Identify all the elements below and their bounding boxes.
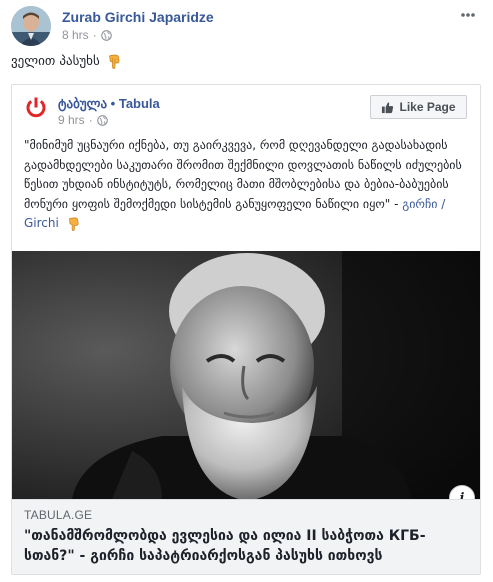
shared-quote: "მინიმუმ უცნაური იქნება, თუ გაირკვევა, რ… [24, 138, 462, 211]
globe-icon [100, 29, 112, 41]
shared-post-header: ტაბულა • Tabula 9 hrs · Like Page [24, 95, 468, 131]
post-meta: 8 hrs · [62, 28, 112, 42]
meta-separator: · [88, 113, 93, 127]
meta-separator: · [92, 28, 97, 42]
link-preview-image[interactable] [12, 251, 480, 499]
shared-page-name[interactable]: ტაბულა • Tabula [58, 96, 160, 112]
post-author-name[interactable]: Zurab Girchi Japaridze [62, 9, 214, 25]
like-page-button[interactable]: Like Page [370, 95, 467, 119]
shared-post-meta: 9 hrs · [58, 113, 108, 127]
link-preview[interactable]: TABULA.GE "თანამშრომლობდა ევლესია და ილი… [12, 499, 480, 574]
globe-icon [96, 114, 108, 126]
link-domain: TABULA.GE [24, 508, 93, 522]
post-message: ველით პასუხს [11, 53, 122, 69]
post-timestamp[interactable]: 8 hrs [62, 28, 89, 42]
post-header: Zurab Girchi Japaridze 8 hrs · [11, 6, 481, 46]
shared-post: ტაბულა • Tabula 9 hrs · Like Page "მინიმ… [11, 84, 481, 575]
author-avatar[interactable] [11, 6, 51, 46]
facebook-post: Zurab Girchi Japaridze 8 hrs · ველით პას… [0, 0, 493, 582]
shared-post-text: "მინიმუმ უცნაური იქნება, თუ გაირკვევა, რ… [24, 136, 469, 234]
more-options-icon[interactable] [459, 8, 477, 22]
pointing-down-hand-icon [68, 217, 79, 231]
link-title[interactable]: "თანამშრომლობდა ევლესია და ილია II საბჭო… [24, 526, 454, 566]
thumbs-up-icon [382, 101, 394, 113]
tabula-logo-icon[interactable] [24, 95, 48, 119]
post-message-text: ველით პასუხს [11, 53, 100, 69]
pointing-down-hand-icon [109, 54, 120, 69]
like-page-label: Like Page [399, 100, 456, 114]
shared-post-timestamp[interactable]: 9 hrs [58, 113, 85, 127]
